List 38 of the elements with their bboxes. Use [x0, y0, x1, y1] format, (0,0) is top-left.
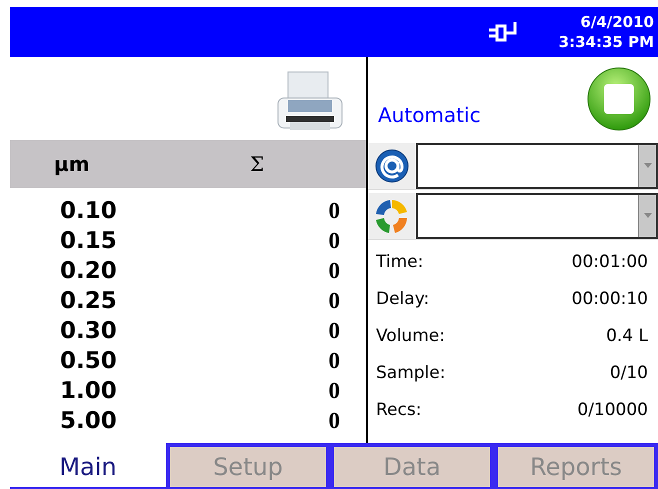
setting-value: 0/10 — [610, 362, 648, 385]
setting-value: 00:01:00 — [572, 250, 648, 274]
table-cell: 1.00 — [60, 379, 117, 403]
table-cell: 0 — [328, 409, 340, 433]
table-cell: 5.00 — [60, 409, 117, 433]
table-cell: 0.50 — [60, 349, 117, 373]
column-header: Σ — [250, 151, 264, 178]
table-cell: 0.25 — [60, 289, 117, 313]
dropdown-field[interactable] — [416, 142, 658, 188]
at-sign-icon[interactable] — [374, 148, 410, 184]
setting-label: Time: — [376, 250, 424, 274]
setting-value: 00:00:10 — [572, 288, 648, 311]
table-cell: 0.15 — [60, 229, 117, 253]
tab[interactable]: Reports — [494, 443, 658, 487]
setting-value: 0.4 L — [606, 324, 648, 348]
setting-label: Volume: — [376, 324, 445, 348]
stop-button[interactable] — [586, 66, 652, 132]
table-cell: 0 — [328, 319, 340, 343]
time-text: 3:34:35 PM — [558, 32, 654, 52]
table-cell: 0 — [328, 289, 340, 313]
table-cell: 0.20 — [60, 259, 117, 283]
setting-label: Delay: — [376, 288, 430, 311]
tab[interactable]: Setup — [166, 443, 330, 487]
table-cell: 0 — [328, 379, 340, 403]
setting-value: 0/10000 — [577, 398, 648, 422]
dropdown-field[interactable] — [416, 192, 658, 238]
table-cell: 0.10 — [60, 199, 117, 223]
table-cell: 0 — [328, 199, 340, 223]
table-cell: 0 — [328, 259, 340, 283]
mode-label: Automatic — [378, 102, 481, 129]
setting-label: Sample: — [376, 362, 446, 385]
column-header: µm — [54, 151, 91, 178]
table-cell: 0.30 — [60, 319, 117, 343]
date-text: 6/4/2010 — [580, 12, 654, 32]
table-cell: 0 — [328, 349, 340, 373]
tab[interactable]: Data — [330, 443, 494, 487]
setting-label: Recs: — [376, 398, 422, 422]
table-cell: 0 — [328, 229, 340, 253]
